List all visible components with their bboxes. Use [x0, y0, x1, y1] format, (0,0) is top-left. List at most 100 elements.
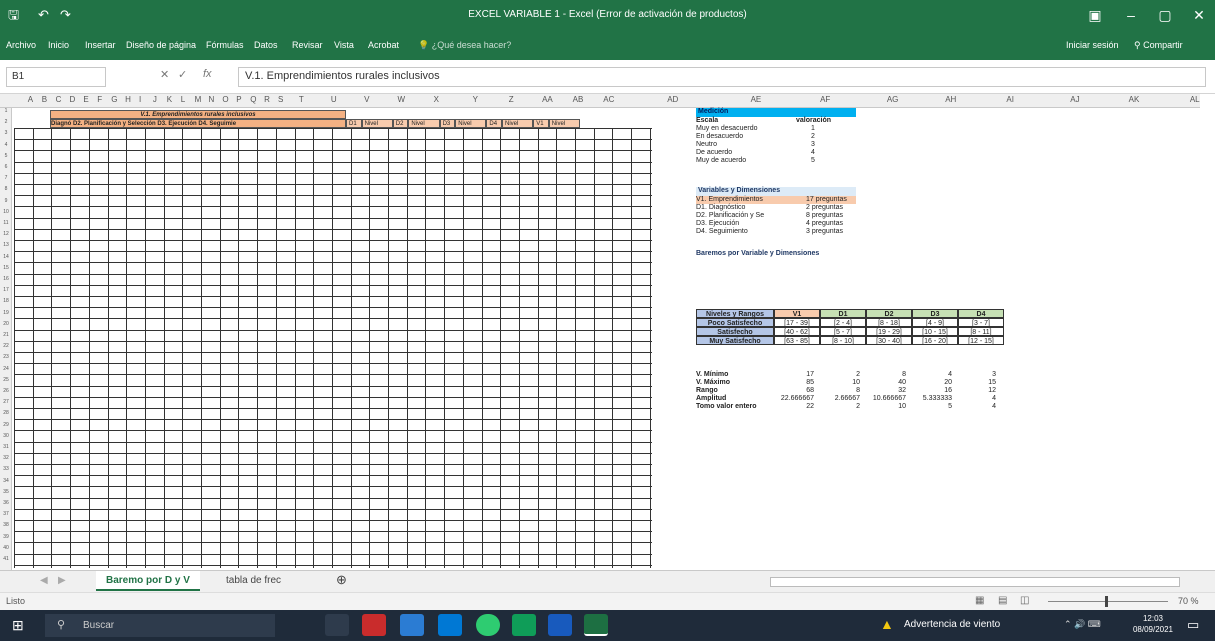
tell-me-search[interactable]: 💡 ¿Qué desea hacer? [418, 40, 511, 51]
tray-icons[interactable]: ⌃ 🔊 ⌨ [1064, 619, 1101, 630]
tab-datos[interactable]: Datos [254, 40, 278, 50]
sheet-tab-tabla[interactable]: tabla de frec [216, 571, 291, 591]
row-header[interactable]: 31 [0, 444, 12, 450]
column-header[interactable]: AG [887, 95, 899, 104]
chrome-taskbar-icon[interactable] [512, 614, 536, 636]
level-header-cell[interactable]: Nivel [408, 119, 440, 128]
cancel-icon[interactable]: ✕ [160, 68, 169, 81]
row-header[interactable]: 34 [0, 478, 12, 484]
column-header[interactable]: K [167, 95, 172, 104]
level-header-cell[interactable]: Nivel [361, 119, 393, 128]
worksheet-grid[interactable]: A B C D E F G H I J K L M N O P Q R S T U V W X Y Z AA AB AC AD AE AF AG… [0, 94, 1215, 570]
row-header[interactable]: 16 [0, 276, 12, 282]
row-header[interactable]: 26 [0, 388, 12, 394]
variable-title-cell[interactable]: V.1. Emprendimientos rurales inclusivos [50, 110, 346, 119]
column-header[interactable]: B [42, 95, 47, 104]
column-header[interactable]: U [331, 95, 337, 104]
dimension-header-row[interactable]: Diagnó D2. Planificación y Selección D3.… [50, 119, 346, 128]
column-header[interactable]: R [264, 95, 270, 104]
column-header[interactable]: C [56, 95, 62, 104]
row-header[interactable]: 3 [0, 130, 12, 136]
level-header-cell[interactable]: D3 [439, 119, 456, 128]
row-header[interactable]: 29 [0, 422, 12, 428]
level-header-cell[interactable]: D4 [486, 119, 502, 128]
close-button[interactable]: ✕ [1184, 4, 1214, 26]
horizontal-scrollbar[interactable] [770, 577, 1180, 587]
tab-vista[interactable]: Vista [334, 40, 354, 50]
column-header[interactable]: L [181, 95, 185, 104]
row-header[interactable]: 13 [0, 242, 12, 248]
tab-insertar[interactable]: Insertar [85, 40, 116, 50]
column-header[interactable]: F [97, 95, 102, 104]
page-layout-icon[interactable]: ▤ [998, 595, 1007, 606]
column-header[interactable]: AD [667, 95, 678, 104]
row-header[interactable]: 7 [0, 175, 12, 181]
row-header[interactable]: 12 [0, 231, 12, 237]
row-header[interactable]: 15 [0, 265, 12, 271]
column-header[interactable]: D [70, 95, 76, 104]
taskbar-search[interactable]: ⚲ Buscar [45, 614, 275, 637]
minimize-button[interactable]: – [1116, 4, 1146, 26]
data-table[interactable] [14, 128, 652, 568]
ribbon-options-icon[interactable]: ▣ [1080, 4, 1110, 26]
row-header[interactable]: 35 [0, 489, 12, 495]
row-header[interactable]: 24 [0, 366, 12, 372]
notification-icon[interactable]: ▭ [1187, 617, 1199, 633]
row-header[interactable]: 38 [0, 522, 12, 528]
row-header[interactable]: 14 [0, 254, 12, 260]
column-header[interactable]: AE [751, 95, 762, 104]
column-header[interactable]: V [364, 95, 369, 104]
row-header[interactable]: 6 [0, 164, 12, 170]
page-break-icon[interactable]: ◫ [1020, 595, 1029, 606]
column-header[interactable]: AB [573, 95, 584, 104]
row-header[interactable]: 33 [0, 466, 12, 472]
mail-taskbar-icon[interactable] [400, 614, 424, 636]
column-header[interactable]: Y [473, 95, 478, 104]
column-header[interactable]: J [153, 95, 157, 104]
column-header[interactable]: AC [603, 95, 614, 104]
column-header[interactable]: W [398, 95, 406, 104]
row-header[interactable]: 8 [0, 186, 12, 192]
row-header[interactable]: 20 [0, 321, 12, 327]
zoom-slider[interactable] [1048, 601, 1168, 602]
row-header[interactable]: 41 [0, 556, 12, 562]
sheet-tab-baremo[interactable]: Baremo por D y V [96, 571, 200, 591]
row-header[interactable]: 23 [0, 354, 12, 360]
row-header[interactable]: 22 [0, 343, 12, 349]
row-header[interactable]: 10 [0, 209, 12, 215]
level-header-cell[interactable]: D1 [346, 119, 362, 128]
column-header[interactable]: T [299, 95, 304, 104]
row-header[interactable]: 21 [0, 332, 12, 338]
column-header[interactable]: H [125, 95, 131, 104]
tab-inicio[interactable]: Inicio [48, 40, 69, 50]
column-header[interactable]: G [111, 95, 117, 104]
explorer-taskbar-icon[interactable] [438, 614, 462, 636]
level-header-cell[interactable]: Nivel [548, 119, 580, 128]
level-header-cell[interactable]: Nivel [455, 119, 487, 128]
row-header[interactable]: 4 [0, 142, 12, 148]
row-header[interactable]: 37 [0, 511, 12, 517]
row-header[interactable]: 9 [0, 198, 12, 204]
level-header-cell[interactable]: V1 [533, 119, 549, 128]
maximize-button[interactable]: ▢ [1150, 4, 1180, 26]
scroll-right-icon[interactable]: ▶ [48, 571, 76, 591]
column-header[interactable]: AI [1006, 95, 1014, 104]
edge-taskbar-icon[interactable] [476, 614, 500, 636]
weather-warning-text[interactable]: Advertencia de viento [904, 619, 1000, 630]
tab-archivo[interactable]: Archivo [6, 40, 36, 50]
column-header[interactable]: N [209, 95, 215, 104]
add-sheet-icon[interactable]: ⊕ [326, 571, 357, 591]
row-header[interactable]: 25 [0, 377, 12, 383]
column-header[interactable]: Z [509, 95, 514, 104]
column-header[interactable]: O [222, 95, 228, 104]
column-header[interactable]: I [139, 95, 141, 104]
column-header[interactable]: M [195, 95, 202, 104]
level-header-cell[interactable]: Nivel [502, 119, 534, 128]
tab-formulas[interactable]: Fórmulas [206, 40, 244, 50]
column-header[interactable]: AJ [1070, 95, 1079, 104]
function-icon[interactable]: fx [203, 68, 212, 80]
column-header[interactable]: A [28, 95, 33, 104]
name-box[interactable]: B1 [6, 67, 106, 87]
column-header[interactable]: X [434, 95, 439, 104]
acrobat-taskbar-icon[interactable] [362, 614, 386, 636]
